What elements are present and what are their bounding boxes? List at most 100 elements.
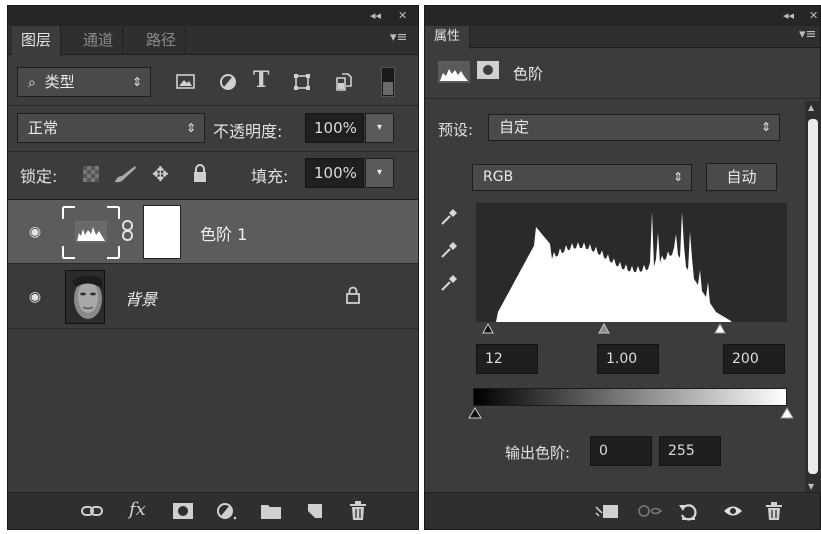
opacity-label: 不透明度: [213,122,283,141]
white-output-slider[interactable] [780,407,794,419]
filter-kind-select[interactable]: ⌕ 类型 ⇕ [17,67,151,97]
preset-select[interactable]: 自定 ⇕ [488,114,780,141]
auto-button[interactable]: 自动 [706,163,777,191]
view-previous-icon[interactable] [637,503,663,519]
fill-label: 填充: [251,167,289,186]
layers-bottom-toolbar: fx [8,492,418,529]
properties-panel: ◂◂ ✕ 属性 ▾≡ 色阶 预设: 自定 ⇕ RGB ⇕ 自动 12 1.00 … [424,5,821,530]
layer-name[interactable]: 色阶 1 [200,221,247,245]
collapse-icon[interactable]: ◂◂ [370,9,381,22]
layer-row[interactable]: ◉ 色阶 1 [8,200,418,264]
preset-value: 自定 [499,118,530,136]
scroll-up-icon[interactable]: ▲ [808,103,814,112]
tab-channels[interactable]: 通道 [74,26,124,55]
filter-toggle-switch[interactable] [381,67,395,97]
gamma-input-slider[interactable] [598,322,610,334]
visibility-icon[interactable] [723,504,743,518]
layer-row[interactable]: ◉ 背景 [8,265,418,329]
opacity-dropdown-button[interactable]: ▾ [365,113,394,143]
scroll-down-icon[interactable]: ▼ [808,482,814,491]
layer-mask-thumbnail[interactable] [143,205,181,259]
scrollbar-thumb[interactable] [808,119,818,474]
levels-thumbnail-icon [62,206,120,259]
select-arrow-icon: ⇕ [131,75,142,89]
panel-title-strip: ◂◂ ✕ [8,6,418,26]
fill-input[interactable]: 100% [305,158,364,188]
link-icon[interactable] [81,504,103,518]
select-arrow-icon: ⇕ [672,170,683,184]
white-point-eyedropper-icon[interactable] [440,272,458,292]
black-output-slider[interactable] [468,407,482,419]
lock-position-move-icon[interactable]: ✥ [152,162,169,186]
opacity-input[interactable]: 100% [305,113,364,143]
layer-name[interactable]: 背景 [125,286,157,310]
preset-label: 预设: [438,121,474,139]
trash-icon[interactable] [348,500,368,521]
output-gradient-bar [473,388,787,406]
adjustment-icon[interactable] [216,501,238,521]
background-layer-thumbnail[interactable] [65,270,105,324]
type-filter-icon[interactable]: T [253,67,269,93]
adjustment-title: 色阶 [513,65,544,83]
fx-icon[interactable]: fx [129,499,146,520]
properties-scrollbar[interactable]: ▲ ▼ [805,101,821,493]
properties-header: 色阶 [425,49,820,99]
adjustment-layer-thumbnail[interactable] [61,205,121,260]
tab-properties[interactable]: 属性 [425,26,471,49]
trash-icon[interactable] [764,501,784,521]
layer-lock-icon[interactable] [346,286,360,304]
tab-paths[interactable]: 路径 [137,26,187,55]
portrait-thumbnail [66,271,104,323]
properties-tabbar: 属性 ▾≡ [425,26,820,49]
layer-mask-icon[interactable] [477,61,499,79]
panel-menu-icon[interactable]: ▾≡ [799,27,816,42]
output-black-field[interactable]: 0 [590,436,652,466]
close-icon[interactable]: ✕ [809,9,818,22]
input-black-field[interactable]: 12 [476,344,538,374]
pixel-filter-icon[interactable] [176,73,196,91]
input-levels-slider[interactable] [476,322,787,336]
panel-title-strip: ◂◂ ✕ [425,6,820,26]
gray-point-eyedropper-icon[interactable] [440,239,458,259]
blend-mode-select[interactable]: 正常 ⇕ [17,113,205,143]
lock-pixels-brush-icon[interactable] [113,164,137,184]
close-icon[interactable]: ✕ [398,9,407,22]
select-arrow-icon: ⇕ [185,121,196,135]
mask-link-chain-icon[interactable] [122,220,134,242]
folder-icon[interactable] [260,502,282,520]
smart-object-filter-icon[interactable] [335,72,353,92]
input-white-field[interactable]: 200 [723,344,785,374]
channel-select[interactable]: RGB ⇕ [472,164,692,191]
collapse-icon[interactable]: ◂◂ [783,9,794,22]
fill-dropdown-button[interactable]: ▾ [365,158,394,188]
panel-menu-icon[interactable]: ▾≡ [390,30,407,45]
black-input-slider[interactable] [482,322,494,334]
layers-tabbar: 图层 通道 路径 ▾≡ [8,26,418,56]
lock-label: 锁定: [20,167,58,186]
shape-filter-icon[interactable] [293,73,311,91]
reset-icon[interactable] [678,502,698,522]
mask-icon[interactable] [172,502,194,520]
tab-layers[interactable]: 图层 [12,26,62,56]
histogram [476,203,787,322]
blend-mode-value: 正常 [28,119,59,137]
levels-adjustment-icon[interactable] [438,61,470,83]
output-white-field[interactable]: 255 [659,436,721,466]
filter-kind-value: 类型 [44,73,75,91]
input-gamma-field[interactable]: 1.00 [597,344,659,374]
visibility-eye-icon[interactable]: ◉ [22,287,48,307]
layer-list: ◉ 色阶 1 ◉ 背景 [8,200,418,492]
new-layer-icon[interactable] [305,501,325,521]
output-levels-slider[interactable] [465,406,795,420]
clip-to-layer-icon[interactable] [594,503,620,521]
search-icon: ⌕ [28,75,36,91]
lock-all-icon[interactable] [191,163,209,183]
adjustment-filter-icon[interactable] [219,73,237,91]
lock-transparent-icon[interactable] [83,166,99,182]
visibility-eye-icon[interactable]: ◉ [22,222,48,242]
white-input-slider[interactable] [714,322,726,334]
select-arrow-icon: ⇕ [760,120,771,134]
properties-bottom-toolbar [425,492,820,529]
black-point-eyedropper-icon[interactable] [440,206,458,226]
output-levels-label: 输出色阶: [505,444,571,462]
